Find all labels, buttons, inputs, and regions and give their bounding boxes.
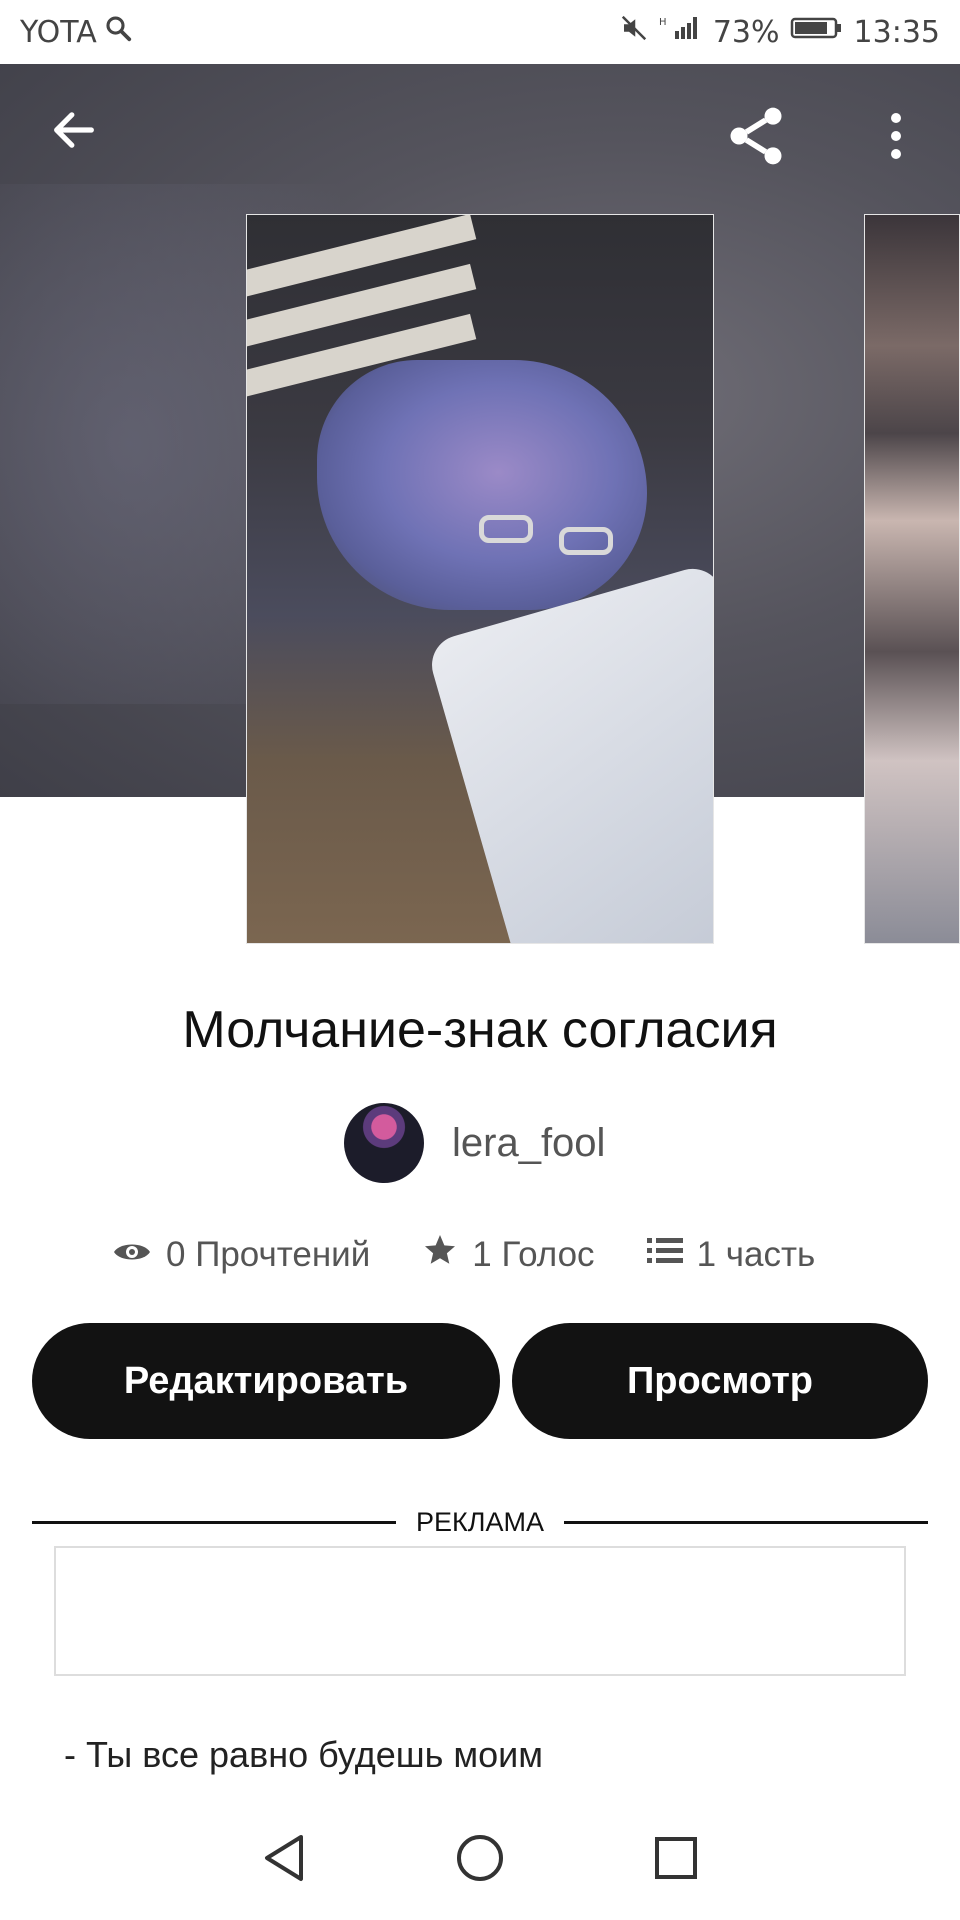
author-name[interactable]: lera_fool bbox=[452, 1121, 605, 1166]
reads-stat: 0 Прочтений bbox=[112, 1235, 370, 1275]
arrow-left-icon bbox=[48, 104, 100, 161]
votes-stat: 1 Голос bbox=[422, 1232, 595, 1277]
edit-button[interactable]: Редактировать bbox=[32, 1323, 500, 1439]
share-icon bbox=[722, 102, 790, 175]
author-row[interactable]: lera_fool bbox=[344, 1103, 605, 1183]
triangle-back-icon bbox=[261, 1833, 307, 1888]
more-options-button[interactable] bbox=[876, 102, 916, 174]
carrier-name: YOTA bbox=[20, 14, 97, 50]
ad-label: РЕКЛАМА bbox=[398, 1506, 562, 1538]
battery-percent: 73% bbox=[712, 14, 780, 50]
share-button[interactable] bbox=[720, 102, 792, 174]
system-nav-bar bbox=[0, 1800, 960, 1920]
clock: 13:35 bbox=[853, 14, 940, 50]
status-right: H 73% 13:35 bbox=[619, 13, 940, 51]
votes-count: 1 Голос bbox=[472, 1234, 595, 1274]
battery-icon bbox=[790, 13, 844, 51]
list-icon bbox=[646, 1235, 683, 1275]
story-cover-image[interactable] bbox=[246, 214, 714, 944]
mute-icon bbox=[619, 13, 649, 51]
ad-container[interactable] bbox=[54, 1546, 906, 1676]
circle-home-icon bbox=[455, 1833, 505, 1888]
parts-count: 1 часть bbox=[696, 1234, 816, 1274]
more-vertical-icon bbox=[889, 111, 903, 166]
story-title: Молчание-знак согласия bbox=[182, 1001, 778, 1059]
search-icon bbox=[103, 13, 133, 51]
star-icon bbox=[422, 1232, 458, 1277]
square-recents-icon bbox=[653, 1835, 699, 1886]
nav-recents-button[interactable] bbox=[648, 1832, 704, 1888]
nav-home-button[interactable] bbox=[452, 1832, 508, 1888]
author-avatar[interactable] bbox=[344, 1103, 424, 1183]
parts-stat: 1 часть bbox=[646, 1234, 816, 1275]
status-left: YOTA bbox=[20, 13, 133, 51]
next-story-cover-image[interactable] bbox=[864, 214, 960, 944]
svg-text:H: H bbox=[659, 17, 667, 28]
signal-icon: H bbox=[659, 13, 703, 51]
nav-back-button[interactable] bbox=[256, 1832, 312, 1888]
status-bar: YOTA H 73% 13:35 bbox=[0, 0, 960, 64]
reads-count: 0 Прочтений bbox=[166, 1234, 371, 1274]
ad-divider: РЕКЛАМА bbox=[32, 1506, 928, 1538]
story-stats: 0 Прочтений 1 Голос 1 часть bbox=[112, 1232, 815, 1277]
eye-icon bbox=[112, 1235, 152, 1275]
story-excerpt: - Ты все равно будешь моим bbox=[64, 1734, 544, 1775]
view-button[interactable]: Просмотр bbox=[512, 1323, 928, 1439]
back-button[interactable] bbox=[38, 96, 110, 168]
